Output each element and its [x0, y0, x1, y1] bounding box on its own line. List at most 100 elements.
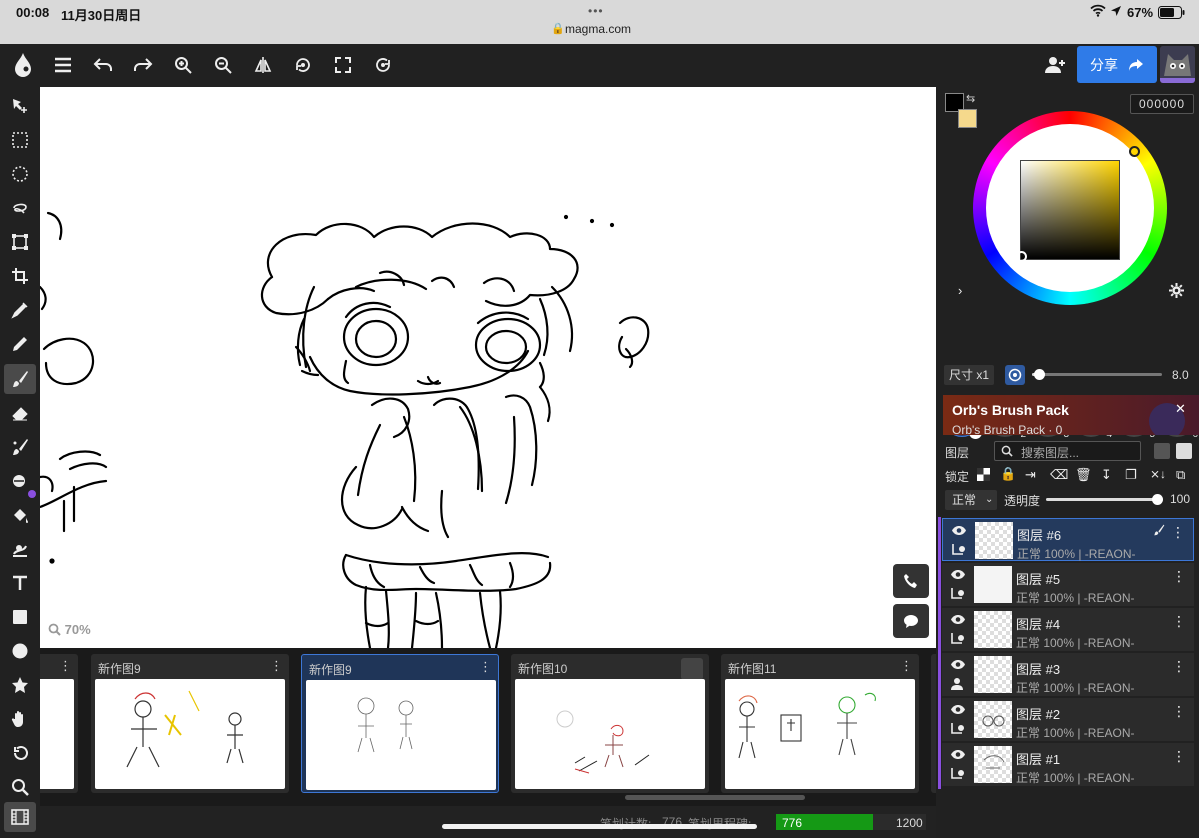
- duplicate-layer-icon[interactable]: ❐: [1125, 467, 1137, 483]
- magma-logo-icon[interactable]: [7, 49, 39, 81]
- clear-layer-icon[interactable]: ⌫: [1050, 467, 1068, 483]
- visibility-eye-icon[interactable]: [950, 569, 966, 580]
- zoom-tool-icon[interactable]: [4, 772, 36, 802]
- expand-chevron-icon[interactable]: ›: [958, 283, 962, 298]
- layer-settings-icon[interactable]: [950, 587, 966, 601]
- eraser-icon[interactable]: [4, 398, 36, 428]
- brush-icon[interactable]: [4, 364, 36, 394]
- hand-icon[interactable]: [4, 704, 36, 734]
- layer-menu-icon[interactable]: ⋮: [1172, 613, 1186, 630]
- hue-handle[interactable]: [1129, 146, 1140, 157]
- rect-select-icon[interactable]: [4, 125, 36, 155]
- layer-menu-icon[interactable]: ⋮: [1172, 703, 1186, 720]
- artboard-thumbnail[interactable]: 新作图11 ⋮: [721, 654, 919, 793]
- opacity-slider[interactable]: [1046, 494, 1163, 505]
- lock-transparency-icon[interactable]: [977, 468, 990, 481]
- layer-settings-icon[interactable]: [950, 677, 966, 691]
- filmstrip-icon[interactable]: [4, 802, 36, 832]
- layer-settings-icon[interactable]: [951, 543, 967, 557]
- crop-icon[interactable]: [4, 261, 36, 291]
- pencil-icon[interactable]: [4, 329, 36, 359]
- move-tool-icon[interactable]: [4, 91, 36, 121]
- eyedropper-icon[interactable]: [4, 295, 36, 325]
- flip-icon[interactable]: [247, 49, 279, 81]
- size-slider-handle[interactable]: [1033, 369, 1045, 380]
- warp-icon[interactable]: [4, 534, 36, 564]
- delete-layer-icon[interactable]: 🗑: [1075, 467, 1092, 483]
- opacity-slider-handle[interactable]: [1152, 494, 1163, 505]
- fill-bucket-icon[interactable]: [4, 500, 36, 530]
- size-multiplier-button[interactable]: 尺寸 x1: [944, 365, 994, 385]
- menu-icon[interactable]: [47, 49, 79, 81]
- saturation-value-square[interactable]: [1020, 160, 1120, 260]
- layer-menu-icon[interactable]: ⋮: [1172, 658, 1186, 675]
- layer-row[interactable]: 图层 #3 正常 100% | -REAON- ⋮: [942, 653, 1194, 696]
- drawing-canvas[interactable]: [40, 87, 936, 648]
- layer-row[interactable]: 图层 #2 正常 100% | -REAON- ⋮: [942, 698, 1194, 741]
- visibility-eye-icon[interactable]: [950, 704, 966, 715]
- multitasking-dots[interactable]: •••: [588, 4, 604, 18]
- ellipse-shape-icon[interactable]: [4, 636, 36, 666]
- visibility-eye-icon[interactable]: [951, 525, 967, 536]
- rotate-icon[interactable]: [287, 49, 319, 81]
- add-user-icon[interactable]: [1039, 49, 1071, 81]
- merge-layers-icon[interactable]: ⨯↓: [1150, 467, 1166, 481]
- rotate-view-icon[interactable]: [4, 738, 36, 768]
- more-options-icon[interactable]: ⋮: [270, 658, 283, 674]
- url-label[interactable]: magma.com: [565, 22, 631, 36]
- layer-menu-icon[interactable]: ⋮: [1172, 748, 1186, 765]
- swap-colors-icon[interactable]: ⇆: [966, 92, 975, 105]
- layer-menu-icon[interactable]: ⋮: [1171, 524, 1185, 541]
- reset-view-icon[interactable]: [367, 49, 399, 81]
- layer-settings-icon[interactable]: [950, 632, 966, 646]
- color-settings-gear-icon[interactable]: [1169, 283, 1184, 298]
- copy-layer-icon[interactable]: ⧉: [1176, 467, 1185, 483]
- home-indicator[interactable]: [442, 824, 757, 829]
- layer-row[interactable]: 图层 #6 正常 100% | -REAON- ⋮: [942, 518, 1194, 561]
- merge-down-icon[interactable]: ⇥: [1025, 467, 1036, 483]
- more-options-icon[interactable]: ⋮: [59, 658, 72, 674]
- ellipse-select-icon[interactable]: [4, 159, 36, 189]
- zoom-in-icon[interactable]: [167, 49, 199, 81]
- avatar[interactable]: [1160, 46, 1195, 83]
- layer-row[interactable]: 图层 #5 正常 100% | -REAON- ⋮: [942, 563, 1194, 606]
- visibility-eye-icon[interactable]: [950, 659, 966, 670]
- zoom-indicator[interactable]: 70%: [48, 622, 91, 637]
- artboard-thumbnail-selected[interactable]: 新作图9 ⋮: [301, 654, 499, 793]
- artboard-thumbnail[interactable]: 新作图9 ⋮: [91, 654, 289, 793]
- zoom-out-icon[interactable]: [207, 49, 239, 81]
- pressure-toggle[interactable]: [1005, 365, 1025, 385]
- chat-button[interactable]: [893, 604, 929, 638]
- lasso-icon[interactable]: [4, 193, 36, 223]
- more-options-icon[interactable]: ⋮: [900, 658, 913, 674]
- blend-mode-select[interactable]: 正常 ⌄: [945, 490, 997, 510]
- smudge-icon[interactable]: [4, 432, 36, 462]
- transform-icon[interactable]: [4, 227, 36, 257]
- move-down-icon[interactable]: ↧: [1101, 467, 1112, 483]
- hex-color-input[interactable]: 000000: [1130, 94, 1194, 114]
- artboard-thumbnail[interactable]: ⋮: [40, 654, 78, 793]
- fullscreen-icon[interactable]: [327, 49, 359, 81]
- size-slider-track[interactable]: [1032, 369, 1162, 380]
- more-options-icon[interactable]: ⋮: [479, 659, 492, 675]
- filmstrip-scrollbar[interactable]: [625, 795, 805, 800]
- sv-handle[interactable]: [1016, 251, 1027, 262]
- layer-menu-icon[interactable]: ⋮: [1172, 568, 1186, 585]
- layer-search-input[interactable]: 搜索图层...: [994, 441, 1141, 461]
- layer-row[interactable]: 图层 #1 正常 100% | -REAON- ⋮: [942, 743, 1194, 786]
- secondary-color-swatch[interactable]: [958, 109, 977, 128]
- lock-icon[interactable]: 🔒: [1000, 466, 1016, 482]
- layer-row[interactable]: 图层 #4 正常 100% | -REAON- ⋮: [942, 608, 1194, 651]
- layer-settings-icon[interactable]: [950, 722, 966, 736]
- layer-settings-icon[interactable]: [950, 767, 966, 781]
- artboard-thumbnail[interactable]: 新作图10: [511, 654, 709, 793]
- text-tool-icon[interactable]: [4, 568, 36, 598]
- rectangle-shape-icon[interactable]: [4, 602, 36, 632]
- polygon-shape-icon[interactable]: [4, 670, 36, 700]
- redo-icon[interactable]: [127, 49, 159, 81]
- undo-icon[interactable]: [87, 49, 119, 81]
- import-layer-icon[interactable]: [1154, 443, 1170, 459]
- export-layer-icon[interactable]: [1176, 443, 1192, 459]
- close-icon[interactable]: ✕: [1175, 401, 1186, 417]
- share-button[interactable]: 分享: [1077, 46, 1157, 83]
